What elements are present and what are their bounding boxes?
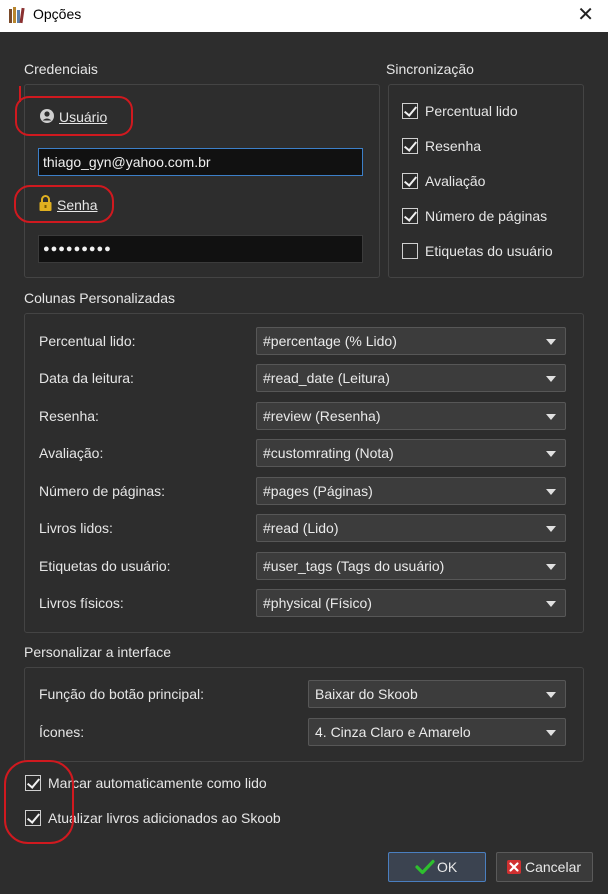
columns-group-title: Colunas Personalizadas — [24, 290, 175, 306]
column-select-value: #percentage (% Lido) — [263, 333, 397, 349]
column-select-value: #read (Lido) — [263, 520, 339, 536]
title-bar: Opções ✕ — [0, 0, 608, 32]
column-select-value: #user_tags (Tags do usuário) — [263, 558, 445, 574]
update-books-label[interactable]: Atualizar livros adicionados ao Skoob — [48, 810, 281, 826]
sync-rating-label[interactable]: Avaliação — [425, 173, 485, 189]
close-icon[interactable]: ✕ — [577, 4, 594, 24]
annotation-circle-user — [15, 96, 133, 136]
cancel-button[interactable]: Cancelar — [496, 852, 593, 882]
chevron-down-icon — [546, 526, 556, 532]
column-row-label: Avaliação: — [39, 445, 104, 461]
column-select-value: #pages (Páginas) — [263, 483, 373, 499]
main-button-label: Função do botão principal: — [39, 686, 204, 702]
main-button-value: Baixar do Skoob — [315, 686, 418, 702]
window-title: Opções — [33, 6, 82, 22]
sync-group-title: Sincronização — [386, 61, 474, 77]
columns-group — [24, 313, 584, 633]
sync-review-checkbox[interactable] — [402, 138, 418, 154]
sync-tags-label[interactable]: Etiquetas do usuário — [425, 243, 553, 259]
icons-select[interactable]: 4. Cinza Claro e Amarelo — [308, 718, 566, 746]
sync-pages-label[interactable]: Número de páginas — [425, 208, 547, 224]
chevron-down-icon — [546, 730, 556, 736]
chevron-down-icon — [546, 601, 556, 607]
books-app-icon — [9, 7, 25, 24]
icons-label: Ícones: — [39, 724, 85, 740]
checkmark-icon — [415, 859, 435, 875]
column-review-select[interactable]: #review (Resenha) — [256, 402, 566, 430]
credentials-group-title: Credenciais — [24, 61, 98, 77]
user-input[interactable]: thiago_gyn@yahoo.com.br — [38, 148, 363, 176]
sync-pages-checkbox[interactable] — [402, 208, 418, 224]
column-select-value: #review (Resenha) — [263, 408, 381, 424]
annotation-circle-password — [14, 185, 114, 223]
chevron-down-icon — [546, 692, 556, 698]
chevron-down-icon — [546, 339, 556, 345]
chevron-down-icon — [546, 451, 556, 457]
column-row-label: Data da leitura: — [39, 370, 134, 386]
password-input[interactable]: ●●●●●●●●● — [38, 235, 363, 263]
column-select-value: #customrating (Nota) — [263, 445, 394, 461]
interface-group-title: Personalizar a interface — [24, 644, 172, 660]
annotation-stroke — [19, 86, 21, 102]
column-row-label: Número de páginas: — [39, 483, 166, 499]
chevron-down-icon — [546, 414, 556, 420]
chevron-down-icon — [546, 376, 556, 382]
column-row-label: Livros físicos: — [39, 595, 124, 611]
chevron-down-icon — [546, 564, 556, 570]
sync-rating-checkbox[interactable] — [402, 173, 418, 189]
main-button-select[interactable]: Baixar do Skoob — [308, 680, 566, 708]
column-row-label: Livros lidos: — [39, 520, 113, 536]
annotation-circle-options — [4, 760, 74, 844]
column-rating-select[interactable]: #customrating (Nota) — [256, 439, 566, 467]
column-row-label: Etiquetas do usuário: — [39, 558, 171, 574]
cancel-button-label: Cancelar — [525, 859, 582, 875]
column-read-date-select[interactable]: #read_date (Leitura) — [256, 364, 566, 392]
column-physical-select[interactable]: #physical (Físico) — [256, 589, 566, 617]
cancel-icon — [507, 860, 521, 874]
column-read-books-select[interactable]: #read (Lido) — [256, 514, 566, 542]
column-percent-select[interactable]: #percentage (% Lido) — [256, 327, 566, 355]
column-row-label: Percentual lido: — [39, 333, 136, 349]
chevron-down-icon — [546, 489, 556, 495]
ok-button[interactable]: OK — [388, 852, 486, 882]
auto-mark-label[interactable]: Marcar automaticamente como lido — [48, 775, 267, 791]
column-select-value: #physical (Físico) — [263, 595, 372, 611]
column-select-value: #read_date (Leitura) — [263, 370, 390, 386]
sync-tags-checkbox[interactable] — [402, 243, 418, 259]
sync-review-label[interactable]: Resenha — [425, 138, 481, 154]
column-pages-select[interactable]: #pages (Páginas) — [256, 477, 566, 505]
column-user-tags-select[interactable]: #user_tags (Tags do usuário) — [256, 552, 566, 580]
sync-percent-label[interactable]: Percentual lido — [425, 103, 518, 119]
icons-value: 4. Cinza Claro e Amarelo — [315, 724, 471, 740]
column-row-label: Resenha: — [39, 408, 99, 424]
ok-button-label: OK — [437, 859, 458, 875]
sync-percent-checkbox[interactable] — [402, 103, 418, 119]
